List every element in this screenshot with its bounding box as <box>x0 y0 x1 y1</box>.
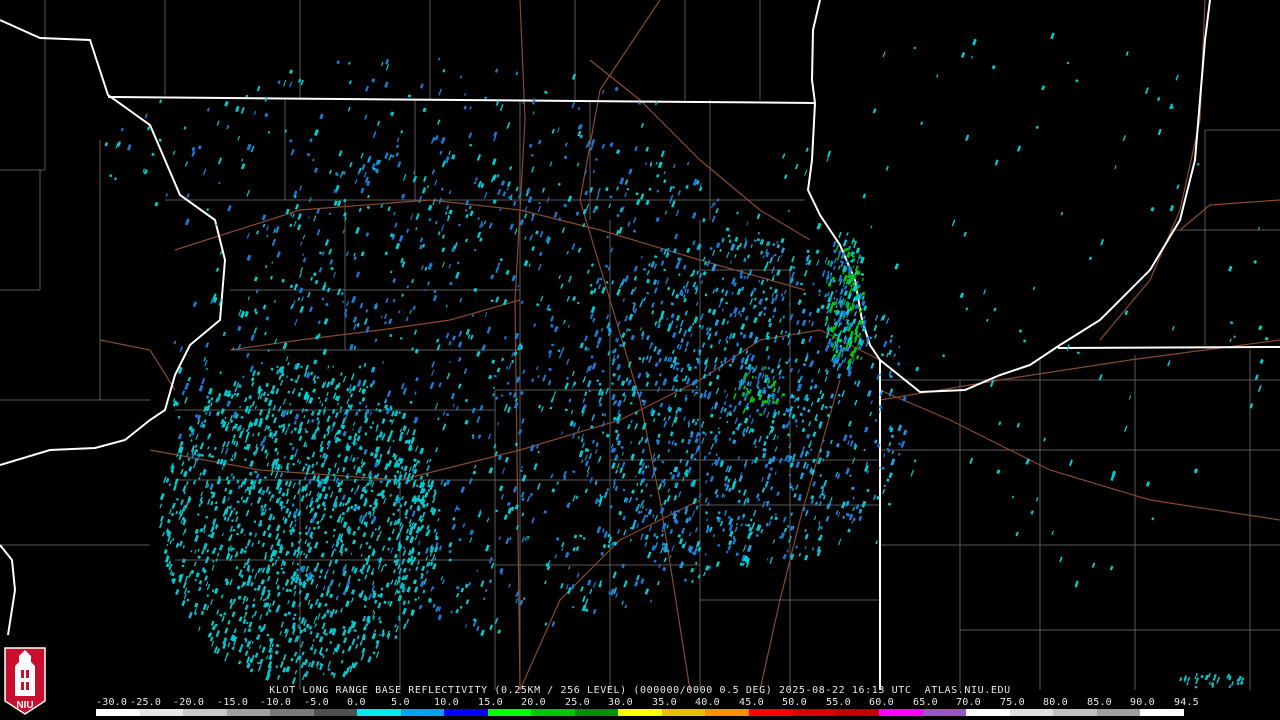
reflectivity-color-bar <box>96 709 1184 716</box>
scale-label: -5.0 <box>304 697 329 708</box>
reflectivity-scale-labels: -30.0 -25.0 -20.0 -15.0 -10.0 -5.0 0.0 5.0 10.0 1… <box>96 697 1199 709</box>
highways <box>99 0 1280 690</box>
color-bar-segment <box>531 709 575 716</box>
color-bar-segment <box>748 709 793 716</box>
color-bar-segment <box>1009 709 1054 716</box>
color-bar-segment <box>574 709 619 716</box>
color-bar-segment <box>966 709 1010 716</box>
niu-logo-text: NIU <box>16 700 34 711</box>
color-bar-segment <box>226 709 271 716</box>
scale-label: 0.0 <box>347 697 366 708</box>
scale-label: -30.0 <box>96 697 128 708</box>
color-bar-segment <box>618 709 662 716</box>
scale-label: 10.0 <box>434 697 459 708</box>
scale-label: 35.0 <box>652 697 677 708</box>
scale-label: 50.0 <box>782 697 807 708</box>
color-bar-segment <box>879 709 923 716</box>
scale-label: 80.0 <box>1043 697 1068 708</box>
scale-label: -15.0 <box>217 697 249 708</box>
radar-map <box>0 0 1280 690</box>
scale-label: 25.0 <box>565 697 590 708</box>
color-bar-segment <box>705 709 749 716</box>
radar-reflectivity-echoes <box>104 32 1269 689</box>
scale-label: -25.0 <box>130 697 162 708</box>
scale-label: 15.0 <box>478 697 503 708</box>
scale-label: -10.0 <box>260 697 292 708</box>
scale-label: 65.0 <box>913 697 938 708</box>
color-bar-segment <box>357 709 401 716</box>
color-bar-segment <box>1140 709 1184 716</box>
color-bar-segment <box>270 709 314 716</box>
scale-label: 5.0 <box>391 697 410 708</box>
scale-label: 94.5 <box>1174 697 1199 708</box>
scale-label: 90.0 <box>1130 697 1155 708</box>
color-bar-segment <box>792 709 836 716</box>
product-caption: KLOT LONG RANGE BASE REFLECTIVITY (0.25K… <box>269 685 1011 696</box>
scale-label: 85.0 <box>1087 697 1112 708</box>
color-bar-segment <box>661 709 706 716</box>
scale-label: 55.0 <box>826 697 851 708</box>
scale-label: 60.0 <box>869 697 894 708</box>
scale-label: 30.0 <box>608 697 633 708</box>
color-bar-segment <box>835 709 880 716</box>
color-bar-segment <box>183 709 227 716</box>
scale-label: 40.0 <box>695 697 720 708</box>
scale-label: 70.0 <box>956 697 981 708</box>
color-bar-segment <box>444 709 488 716</box>
color-bar-segment <box>139 709 184 716</box>
scale-label: 75.0 <box>1000 697 1025 708</box>
scale-label: -20.0 <box>173 697 205 708</box>
color-bar-segment <box>1096 709 1141 716</box>
color-bar-segment <box>313 709 358 716</box>
color-bar-segment <box>400 709 445 716</box>
scale-label: 45.0 <box>739 697 764 708</box>
color-bar-segment <box>96 709 140 716</box>
color-bar-segment <box>1053 709 1097 716</box>
scale-label: 20.0 <box>521 697 546 708</box>
color-bar-segment <box>922 709 967 716</box>
color-bar-segment <box>487 709 532 716</box>
